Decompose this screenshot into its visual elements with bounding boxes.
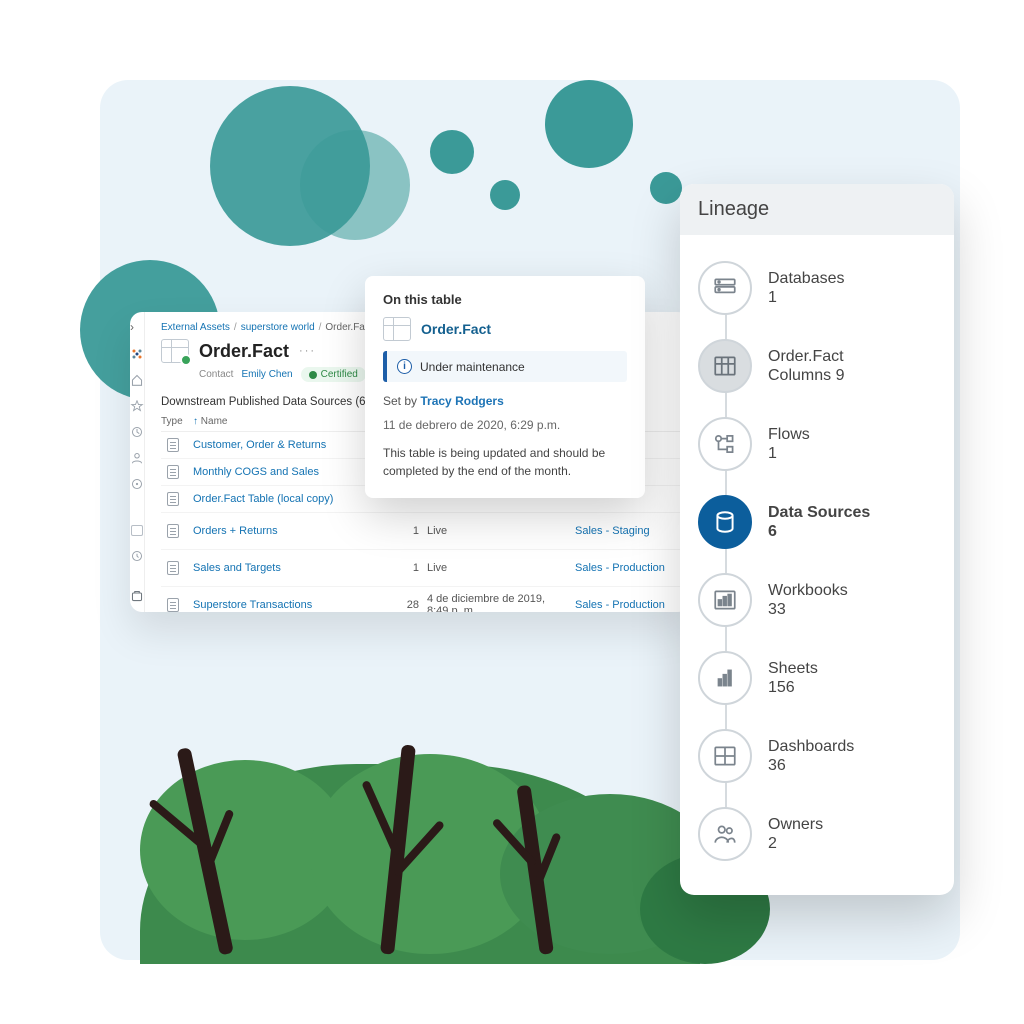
home-icon[interactable] <box>130 374 144 386</box>
datasource-icon <box>167 524 179 538</box>
lineage-title: Lineage <box>680 184 954 235</box>
row-name[interactable]: Superstore Transactions <box>193 599 383 611</box>
row-name[interactable]: Order.Fact Table (local copy) <box>193 493 383 505</box>
external-assets-icon[interactable] <box>130 590 144 602</box>
maintenance-alert: i Under maintenance <box>383 351 627 382</box>
favorites-icon[interactable] <box>130 400 144 412</box>
lineage-tbl-icon <box>698 339 752 393</box>
decor-circle <box>300 130 410 240</box>
more-actions-button[interactable]: ··· <box>299 345 316 357</box>
expand-rail-icon[interactable]: › <box>130 320 144 334</box>
users-icon[interactable] <box>130 452 144 464</box>
table-row[interactable]: Orders + Returns1LiveSales - StagingTrac… <box>161 513 690 550</box>
lineage-item[interactable]: Workbooks33 <box>698 561 936 639</box>
row-workbooks: 1 <box>391 562 419 574</box>
datasource-icon <box>167 465 179 479</box>
lineage-item-text: Dashboards36 <box>768 737 854 774</box>
info-icon: i <box>397 359 412 374</box>
popover-title: Order.Fact <box>421 321 491 337</box>
lineage-item[interactable]: Data Sources6 <box>698 483 936 561</box>
lineage-item-text: Data Sources6 <box>768 503 870 540</box>
table-icon <box>161 339 189 363</box>
left-nav-rail: › <box>130 312 145 612</box>
popover-heading: On this table <box>383 292 627 307</box>
lineage-ds-icon <box>698 495 752 549</box>
row-name[interactable]: Monthly COGS and Sales <box>193 466 383 478</box>
decor-circle <box>490 180 520 210</box>
lineage-item[interactable]: Dashboards36 <box>698 717 936 795</box>
lineage-item-text: Databases1 <box>768 269 845 306</box>
explore-icon[interactable] <box>130 478 144 490</box>
table-row[interactable]: Superstore Transactions 28 4 de diciembre … <box>161 587 690 612</box>
row-workbooks: 1 <box>391 525 419 537</box>
row-connection: Live <box>427 525 567 537</box>
breadcrumb-link[interactable]: External Assets <box>161 322 230 333</box>
lineage-panel: Lineage Databases1 Order.FactColumns 9 Flo… <box>680 184 954 895</box>
breadcrumb-link[interactable]: superstore world <box>241 322 315 333</box>
set-by-row: Set by Tracy Rodgers <box>383 394 627 408</box>
lineage-item[interactable]: Sheets156 <box>698 639 936 717</box>
table-icon <box>383 317 411 341</box>
logo-icon <box>130 348 144 360</box>
row-connection: Live <box>427 562 567 574</box>
lineage-item[interactable]: Order.FactColumns 9 <box>698 327 936 405</box>
page-title: Order.Fact <box>199 341 289 362</box>
col-name[interactable]: ↑ Name <box>193 416 383 427</box>
datasource-icon <box>167 598 179 612</box>
certified-pill: Certified <box>301 367 366 382</box>
lineage-item[interactable]: Owners2 <box>698 795 936 873</box>
row-project[interactable]: Sales - Production <box>575 562 685 574</box>
decor-circle <box>430 130 474 174</box>
decor-circle <box>545 80 633 168</box>
popover-date: 11 de debrero de 2020, 6:29 p.m. <box>383 418 627 432</box>
table-row[interactable]: Sales and Targets 1 Live Sales - Production… <box>161 550 690 587</box>
datasource-icon <box>167 438 179 452</box>
datasource-icon <box>167 492 179 506</box>
row-name[interactable]: Sales and Targets <box>193 562 383 574</box>
decor-circle <box>650 172 682 204</box>
set-by-link[interactable]: Tracy Rodgers <box>420 394 503 408</box>
lineage-item[interactable]: Flows1 <box>698 405 936 483</box>
table-info-popover: On this table Order.Fact i Under mainten… <box>365 276 645 498</box>
lineage-dash-icon <box>698 729 752 783</box>
lineage-item[interactable]: Databases1 <box>698 249 936 327</box>
lineage-item-text: Order.FactColumns 9 <box>768 347 844 384</box>
certified-badge-icon <box>180 354 192 366</box>
lineage-wb-icon <box>698 573 752 627</box>
contact-link[interactable]: Emily Chen <box>241 369 292 380</box>
datasource-icon <box>167 561 179 575</box>
lineage-item-text: Sheets156 <box>768 659 818 696</box>
lineage-item-text: Flows1 <box>768 425 810 462</box>
schedules-icon[interactable] <box>130 550 144 562</box>
row-connection: 4 de diciembre de 2019, 8:49 p. m. <box>427 593 567 612</box>
alert-text: Under maintenance <box>420 360 525 374</box>
row-name[interactable]: Customer, Order & Returns <box>193 439 383 451</box>
col-type[interactable]: Type <box>161 416 185 427</box>
row-project[interactable]: Sales - Staging <box>575 525 685 537</box>
row-name[interactable]: Orders + Returns <box>193 525 383 537</box>
recents-icon[interactable] <box>130 426 144 438</box>
row-workbooks: 28 <box>391 599 419 611</box>
lineage-sheet-icon <box>698 651 752 705</box>
popover-description: This table is being updated and should b… <box>383 444 627 480</box>
lineage-own-icon <box>698 807 752 861</box>
row-project[interactable]: Sales - Production <box>575 599 685 611</box>
contact-label: Contact <box>199 369 233 380</box>
lineage-item-text: Owners2 <box>768 815 823 852</box>
collections-icon[interactable] <box>131 525 143 536</box>
lineage-db-icon <box>698 261 752 315</box>
lineage-flow-icon <box>698 417 752 471</box>
lineage-item-text: Workbooks33 <box>768 581 848 618</box>
